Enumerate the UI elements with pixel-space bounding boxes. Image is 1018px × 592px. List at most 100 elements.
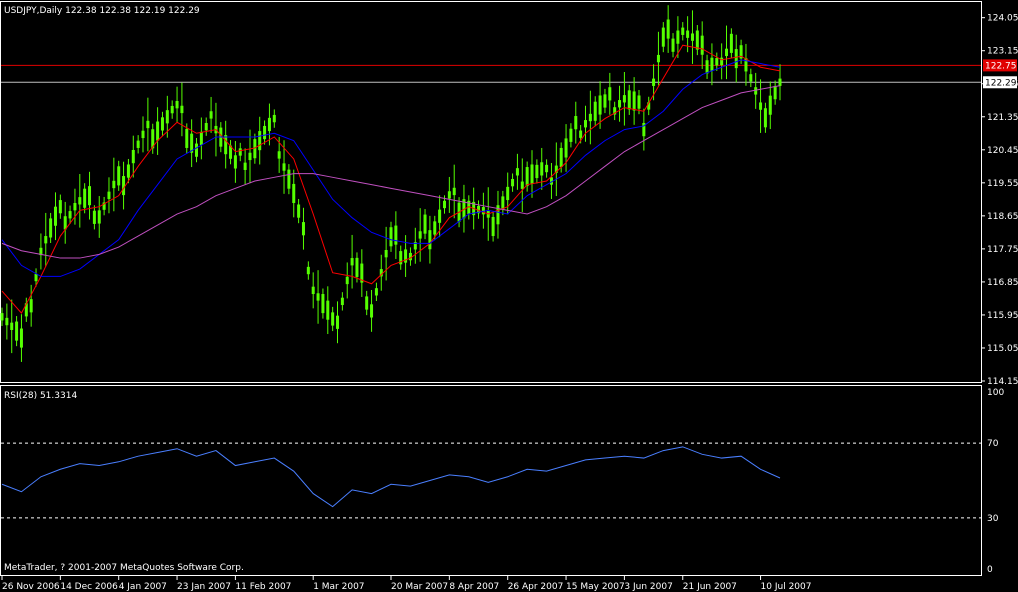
candle-body (525, 167, 529, 187)
candle-body (710, 57, 714, 71)
candle-body (520, 181, 524, 189)
time-tick-label: 4 Jan 2007 (119, 582, 167, 592)
candle-body (88, 186, 92, 206)
candle-body (199, 131, 203, 146)
candle-body (53, 206, 57, 226)
time-tick-label: 10 Jul 2007 (761, 582, 812, 592)
time-tick-label: 14 Dec 2006 (60, 582, 118, 592)
rsi-title: RSI(28) 51.3314 (4, 391, 77, 401)
candle-body (705, 60, 709, 74)
candle-body (15, 321, 19, 341)
candle-body (768, 95, 772, 115)
candle-body (690, 33, 694, 41)
candle-body (170, 105, 174, 114)
candle-body (603, 94, 607, 108)
candle-body (131, 149, 135, 164)
candle-body (83, 188, 87, 208)
candle-body (301, 222, 305, 236)
candle-body (686, 30, 690, 38)
candle-body (277, 151, 281, 159)
candle-body (408, 252, 412, 261)
candle-body (297, 204, 301, 218)
candle-body (156, 121, 160, 141)
candle-body (263, 125, 267, 140)
candle-body (122, 176, 126, 196)
candle-body (44, 236, 48, 244)
candle-body (652, 78, 656, 86)
candle-body (233, 155, 237, 169)
candles (0, 5, 782, 362)
candle-body (58, 200, 62, 214)
candle-body (695, 30, 699, 50)
candle-body (622, 95, 626, 103)
candle-body (598, 95, 602, 115)
time-tick-label: 26 Nov 2006 (2, 582, 60, 592)
price-tick-label: 115.95 (987, 311, 1018, 321)
candle-body (729, 33, 733, 53)
candle-body (715, 58, 719, 66)
rsi-tick-label: 70 (987, 439, 999, 449)
candle-body (374, 288, 378, 296)
candle-body (428, 230, 432, 250)
candle-body (759, 102, 763, 110)
candle-body (423, 214, 427, 234)
candle-body (506, 186, 510, 201)
time-tick-label: 23 Jan 2007 (177, 582, 231, 592)
candle-body (608, 87, 612, 101)
chart: 124.05123.15122.25121.35120.45119.55118.… (0, 1, 1018, 592)
candle-body (535, 164, 539, 179)
time-tick-label: 8 Apr 2007 (449, 582, 499, 592)
rsi-tick-label: 0 (987, 565, 993, 575)
candle-body (438, 209, 442, 223)
candle-body (287, 169, 291, 189)
time-axis: 26 Nov 2006 14 Dec 2006 4 Jan 2007 23 Jan 2… (1, 576, 812, 592)
candle-body (34, 273, 38, 282)
candle-body (331, 312, 335, 326)
candle-body (180, 105, 184, 114)
candle-body (569, 128, 573, 142)
candle-body (107, 191, 111, 199)
candle-body (10, 322, 14, 330)
candle-body (384, 249, 388, 258)
time-tick-label: 3 Jun 2007 (624, 582, 672, 592)
candle-body (763, 108, 767, 128)
candle-body (574, 116, 578, 130)
time-tick-label: 20 Mar 2007 (391, 582, 448, 592)
candle-body (253, 139, 257, 159)
candle-body (165, 110, 169, 124)
rsi-chart-frame (0, 385, 982, 576)
price-tick-label: 117.75 (987, 245, 1018, 255)
candle-body (141, 130, 145, 139)
candle-body (311, 286, 315, 295)
candle-body (185, 128, 189, 148)
candle-body (19, 328, 23, 348)
candle-body (292, 183, 296, 204)
candle-body (195, 143, 198, 157)
candle-body (584, 120, 587, 128)
candle-body (136, 140, 140, 148)
candle-body (389, 227, 393, 247)
price-tick-label: 116.85 (987, 278, 1018, 288)
candle-body (593, 101, 597, 121)
candle-body (515, 168, 519, 176)
candle-body (316, 293, 320, 301)
time-tick-label: 15 May 2007 (566, 582, 625, 592)
candle-body (243, 162, 247, 170)
candle-body (637, 95, 641, 109)
candle-body (676, 30, 680, 44)
price-level-label: 122.75 (985, 61, 1017, 71)
candle-body (530, 164, 534, 184)
candle-body (78, 197, 82, 205)
candle-body (117, 166, 121, 186)
candle-body (97, 210, 101, 224)
candle-body (92, 210, 96, 224)
candle-body (5, 317, 9, 326)
symbol-header: USDJPY,Daily 122.38 122.38 122.19 122.29 (4, 6, 200, 16)
candle-body (306, 266, 310, 275)
candle-body (418, 231, 422, 239)
candle-body (700, 35, 704, 55)
price-tick-label: 121.35 (987, 113, 1018, 123)
price-tick-label: 114.15 (987, 377, 1018, 387)
rsi-line (1, 446, 781, 508)
price-tick-label: 115.05 (987, 344, 1018, 354)
